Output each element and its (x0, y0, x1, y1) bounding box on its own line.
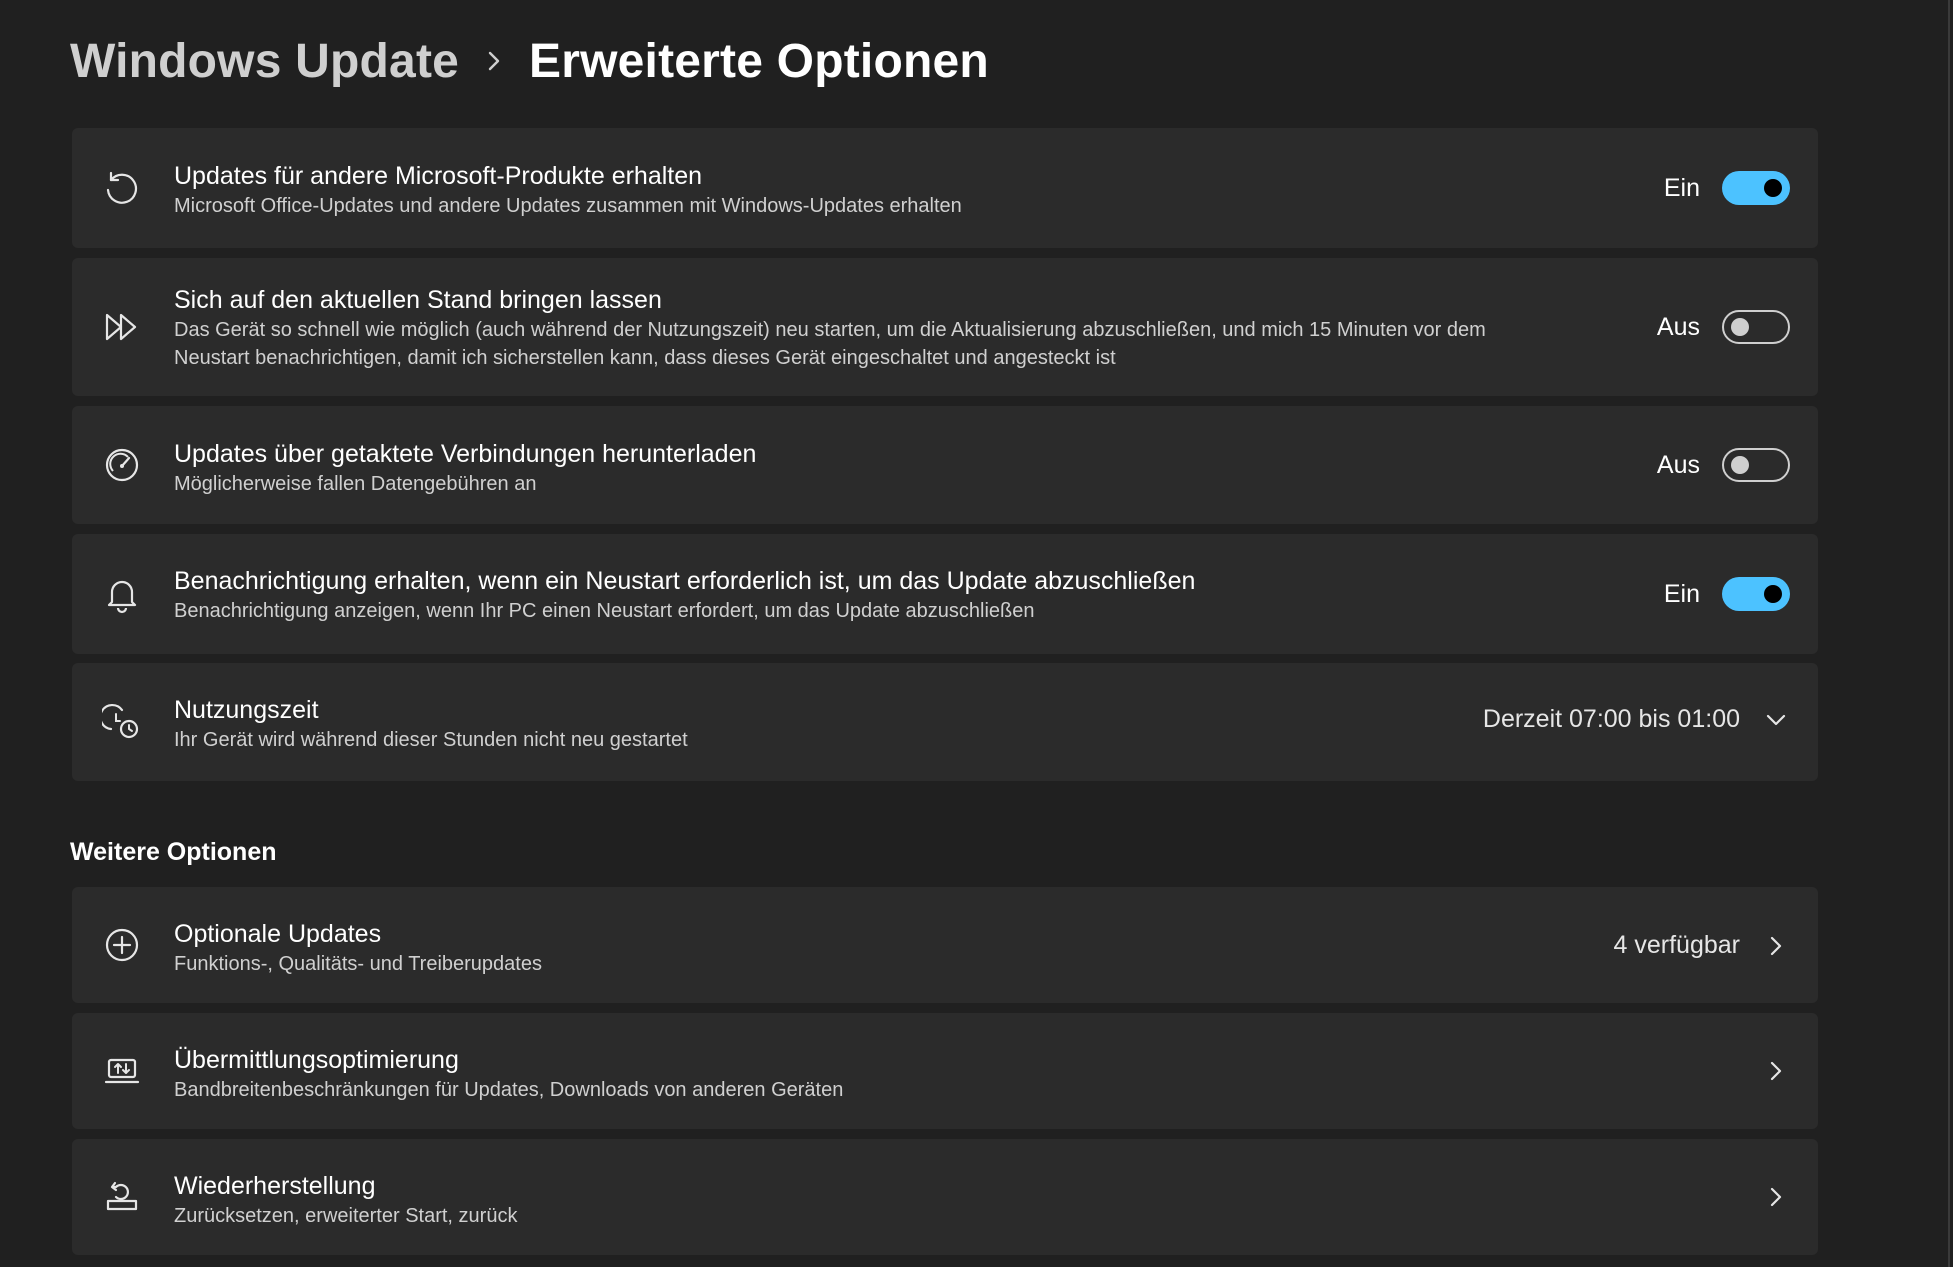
setting-description: Ihr Gerät wird während dieser Stunden ni… (174, 729, 688, 751)
fast-forward-icon (100, 305, 144, 349)
toggle-knob (1764, 585, 1782, 603)
metered-connections-toggle[interactable] (1722, 448, 1790, 482)
recovery-icon (100, 1175, 144, 1219)
delivery-optimization-icon (100, 1049, 144, 1093)
option-delivery-optimization[interactable]: Übermittlungsoptimierung Bandbreitenbesc… (72, 1013, 1818, 1129)
setting-restart-notification[interactable]: Benachrichtigung erhalten, wenn ein Neus… (72, 534, 1818, 654)
toggle-knob (1764, 179, 1782, 197)
breadcrumb: Windows Update Erweiterte Optionen (70, 28, 989, 94)
active-hours-value: Derzeit 07:00 bis 01:00 (1482, 705, 1740, 733)
option-description: Bandbreitenbeschränkungen für Updates, D… (174, 1079, 844, 1101)
option-title: Wiederherstellung (174, 1172, 376, 1200)
breadcrumb-windows-update[interactable]: Windows Update (70, 34, 459, 89)
bell-icon (100, 572, 144, 616)
get-up-to-date-toggle[interactable] (1722, 310, 1790, 344)
sync-arrow-icon (100, 166, 144, 210)
option-description: Funktions-, Qualitäts- und Treiberupdate… (174, 953, 542, 975)
more-options-heading: Weitere Optionen (70, 838, 277, 866)
chevron-down-icon[interactable] (1762, 706, 1790, 734)
setting-title: Sich auf den aktuellen Stand bringen las… (174, 286, 662, 314)
setting-title: Benachrichtigung erhalten, wenn ein Neus… (174, 567, 1196, 595)
setting-title: Nutzungszeit (174, 696, 319, 724)
toggle-state-label: Aus (1656, 312, 1700, 341)
settings-page: Windows Update Erweiterte Optionen Updat… (0, 0, 1953, 1267)
chevron-right-icon (1762, 1183, 1790, 1211)
setting-description: Das Gerät so schnell wie möglich (auch w… (174, 319, 1486, 369)
setting-title: Updates für andere Microsoft-Produkte er… (174, 162, 703, 190)
toggle-state-label: Ein (1663, 173, 1700, 202)
chevron-right-icon (1762, 932, 1790, 960)
page-title: Erweiterte Optionen (529, 34, 989, 88)
setting-active-hours[interactable]: Nutzungszeit Ihr Gerät wird während dies… (72, 663, 1818, 781)
chevron-right-icon (459, 50, 529, 72)
option-optional-updates[interactable]: Optionale Updates Funktions-, Qualitäts-… (72, 887, 1818, 1003)
plus-circle-icon (100, 923, 144, 967)
restart-notification-toggle[interactable] (1722, 577, 1790, 611)
setting-get-up-to-date[interactable]: Sich auf den aktuellen Stand bringen las… (72, 258, 1818, 396)
setting-description: Benachrichtigung anzeigen, wenn Ihr PC e… (174, 600, 1035, 622)
toggle-knob (1731, 456, 1749, 474)
toggle-knob (1731, 318, 1749, 336)
toggle-state-label: Aus (1656, 450, 1700, 479)
other-products-toggle[interactable] (1722, 171, 1790, 205)
setting-title: Updates über getaktete Verbindungen heru… (174, 440, 757, 468)
option-description: Zurücksetzen, erweiterter Start, zurück (174, 1205, 518, 1227)
active-hours-clock-icon (100, 700, 144, 744)
setting-metered-connections[interactable]: Updates über getaktete Verbindungen heru… (72, 406, 1818, 524)
speedometer-icon (100, 443, 144, 487)
option-recovery[interactable]: Wiederherstellung Zurücksetzen, erweiter… (72, 1139, 1818, 1255)
window-edge-divider (1948, 0, 1950, 1267)
chevron-right-icon (1762, 1057, 1790, 1085)
optional-updates-count: 4 verfügbar (1613, 931, 1740, 959)
toggle-state-label: Ein (1663, 579, 1700, 608)
setting-description: Microsoft Office-Updates und andere Upda… (174, 195, 962, 217)
option-title: Optionale Updates (174, 920, 382, 948)
setting-description: Möglicherweise fallen Datengebühren an (174, 473, 537, 495)
option-title: Übermittlungsoptimierung (174, 1046, 459, 1074)
setting-other-ms-products[interactable]: Updates für andere Microsoft-Produkte er… (72, 128, 1818, 248)
